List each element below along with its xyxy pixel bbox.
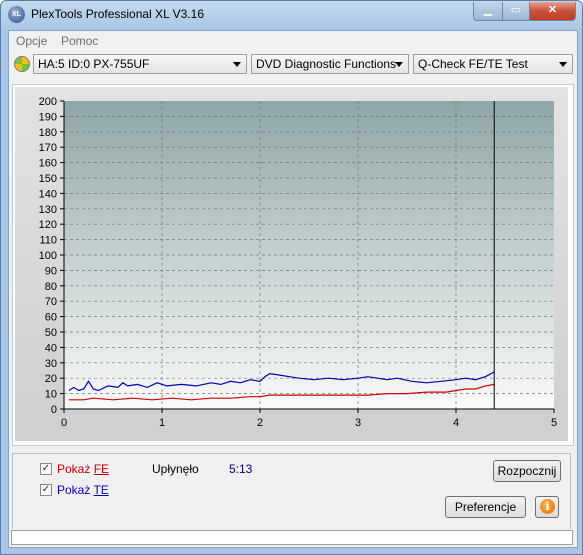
chart-panel: 0 10 20 30 40 50 60 70 80 90 100 110 120 130 140 150 160… [15,87,568,441]
y-tick-label: 40 [45,342,57,354]
y-tick-label: 50 [45,327,57,339]
y-tick-label: 70 [45,296,57,308]
y-tick-label: 190 [39,111,57,123]
toolbar: HA:5 ID:0 PX-755UF DVD Diagnostic Functi… [9,52,577,78]
elapsed-label: Upłynęło [152,462,199,476]
y-tick-label: 200 [39,96,57,108]
y-tick-label: 20 [45,373,57,385]
start-button[interactable]: Rozpocznij [493,460,561,482]
elapsed-value: 5:13 [229,462,253,476]
close-button[interactable]: ✕ [529,2,576,21]
show-fe-key: FE [93,462,110,476]
show-fe-label[interactable]: Pokaż FE [57,462,109,476]
chevron-down-icon [233,62,241,67]
x-tick-label: 4 [453,417,459,429]
menu-bar: Opcje Pomoc [9,31,577,51]
y-tick-label: 110 [39,235,57,247]
client-area: Opcje Pomoc HA:5 ID:0 PX-755UF DVD Diagn… [8,30,578,548]
test-select[interactable]: Q-Check FE/TE Test [413,54,573,74]
show-te-checkbox[interactable]: ✓ [40,484,52,496]
y-tick-label: 150 [39,173,57,185]
maximize-button[interactable]: ▭ [502,2,530,21]
show-te-label[interactable]: Pokaż TE [57,483,109,497]
app-window: XL PlexTools Professional XL V3.16 ▁ ▭ ✕… [0,0,583,555]
y-tick-label: 160 [39,158,57,170]
test-select-value: Q-Check FE/TE Test [418,57,528,71]
minimize-button[interactable]: ▁ [473,2,503,21]
y-tick-label: 10 [45,389,57,401]
y-tick-label: 180 [39,127,57,139]
x-tick-label: 2 [257,417,263,429]
controls-panel: ✓ Pokaż FE ✓ Pokaż TE Upłynęło 5:13 Rozp… [12,453,571,541]
y-tick-label: 30 [45,358,57,370]
y-tick-label: 170 [39,142,57,154]
chart-frame: 0 10 20 30 40 50 60 70 80 90 100 110 120 130 140 150 160… [12,84,574,446]
y-tick-label: 0 [51,404,57,416]
fe-te-chart: 0102030405060708090100110120130140150160… [39,96,557,429]
disc-drive-icon [14,56,30,72]
function-select[interactable]: DVD Diagnostic Functions [251,54,409,74]
y-tick-label: 60 [45,312,57,324]
y-tick-label: 130 [39,204,57,216]
y-tick-label: 140 [39,188,57,200]
chevron-down-icon [559,62,567,67]
y-tick-label: 100 [39,250,57,262]
y-tick-label: 90 [45,265,57,277]
show-te-prefix: Pokaż [57,483,94,497]
menu-help[interactable]: Pomoc [61,34,98,48]
y-tick-label: 120 [39,219,57,231]
status-bar [9,529,577,547]
status-text [11,530,573,545]
x-tick-label: 1 [159,417,165,429]
app-logo-icon: XL [8,6,25,23]
title-bar[interactable]: XL PlexTools Professional XL V3.16 ▁ ▭ ✕ [1,1,582,29]
drive-select[interactable]: HA:5 ID:0 PX-755UF [33,54,247,74]
show-fe-prefix: Pokaż [57,462,94,476]
chevron-down-icon [395,62,403,67]
drive-select-value: HA:5 ID:0 PX-755UF [38,57,150,71]
x-tick-label: 0 [61,417,67,429]
x-tick-label: 3 [355,417,361,429]
function-select-value: DVD Diagnostic Functions [256,57,397,71]
x-tick-label: 5 [551,417,557,429]
info-button[interactable]: i [535,496,559,518]
y-tick-label: 80 [45,281,57,293]
window-title: PlexTools Professional XL V3.16 [31,7,204,21]
preferences-button[interactable]: Preferencje [445,496,526,518]
show-fe-checkbox[interactable]: ✓ [40,463,52,475]
show-te-key: TE [93,483,109,497]
menu-options[interactable]: Opcje [16,34,47,48]
info-icon: i [540,499,555,514]
